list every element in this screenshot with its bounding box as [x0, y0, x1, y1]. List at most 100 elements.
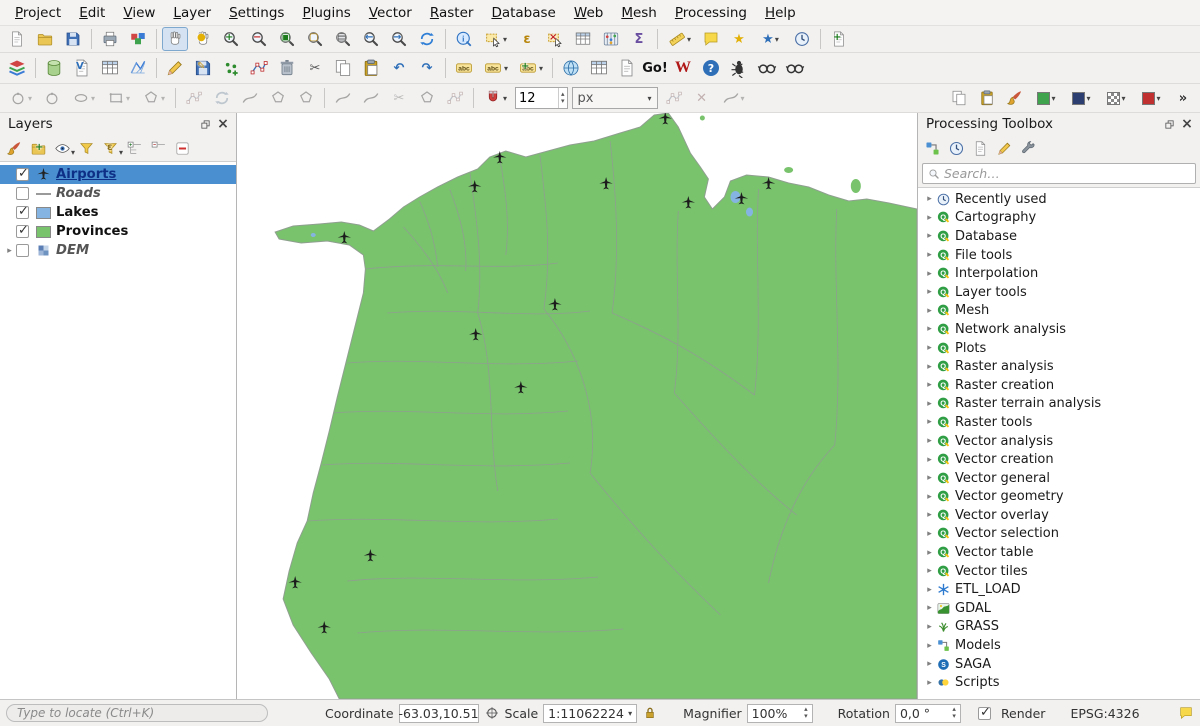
expand-all-button[interactable] [123, 137, 146, 159]
save-project-button[interactable] [60, 27, 86, 51]
toolbox-group-database[interactable]: ▸Database [918, 227, 1200, 246]
osm-place-search-button[interactable] [586, 56, 612, 80]
enable-snapping-button[interactable]: ▾ [479, 86, 512, 110]
menu-processing[interactable]: Processing [666, 2, 756, 24]
toolbox-group-raster-analysis[interactable]: ▸Raster analysis [918, 357, 1200, 376]
toolbox-group-gdal[interactable]: ▸GDAL [918, 599, 1200, 618]
rotate-feature-button[interactable] [209, 86, 235, 110]
new-virtual-layer-button[interactable] [97, 56, 123, 80]
toolbox-group-models[interactable]: ▸Models [918, 636, 1200, 655]
select-by-expression-button[interactable]: ε [514, 27, 540, 51]
filter-by-expression-button[interactable]: ε▾ [99, 137, 122, 159]
edit-features-in-place-button[interactable] [993, 137, 1016, 159]
toolbox-group-vector-selection[interactable]: ▸Vector selection [918, 525, 1200, 544]
menu-mesh[interactable]: Mesh [612, 2, 666, 24]
plugin-bug-button[interactable] [726, 56, 752, 80]
toolbox-search-input[interactable] [944, 166, 1190, 181]
toolbox-group-vector-table[interactable]: ▸Vector table [918, 543, 1200, 562]
digitize-ellipse-button[interactable]: ▾ [67, 86, 100, 110]
digitize-circle-2p-button[interactable]: ▾ [4, 86, 37, 110]
layer-labeling-options-button[interactable]: ▾ [479, 56, 512, 80]
toolbox-group-saga[interactable]: ▸SAGA [918, 655, 1200, 674]
menu-view[interactable]: View [114, 2, 164, 24]
merge-features-button[interactable] [414, 86, 440, 110]
digitize-circle-3p-button[interactable] [39, 86, 65, 110]
zoom-in-button[interactable]: + [218, 27, 244, 51]
options-button[interactable] [1017, 137, 1040, 159]
spin-arrows-icon[interactable]: ▴▾ [804, 706, 808, 720]
map-tips-button[interactable] [698, 27, 724, 51]
model-designer-button[interactable] [921, 137, 944, 159]
identify-features-button[interactable] [451, 27, 477, 51]
open-layer-styling-button[interactable] [3, 137, 26, 159]
simplify-feature-button[interactable] [237, 86, 263, 110]
toolbox-group-cartography[interactable]: ▸Cartography [918, 209, 1200, 228]
toolbox-group-vector-general[interactable]: ▸Vector general [918, 469, 1200, 488]
menu-plugins[interactable]: Plugins [293, 2, 359, 24]
add-feature-button[interactable] [218, 56, 244, 80]
toolbox-group-vector-overlay[interactable]: ▸Vector overlay [918, 506, 1200, 525]
paste-features-button[interactable] [358, 56, 384, 80]
filter-legend-button[interactable] [75, 137, 98, 159]
toolbox-group-vector-geometry[interactable]: ▸Vector geometry [918, 488, 1200, 507]
zoom-to-layer-button[interactable]: ▤ [330, 27, 356, 51]
refresh-map-button[interactable] [414, 27, 440, 51]
scale-combo[interactable]: 1:11062224▾ [543, 704, 637, 723]
new-map-view-button[interactable]: + [826, 27, 852, 51]
profile-tool-1-button[interactable] [754, 56, 780, 80]
highlight-color-button[interactable]: ▾ [1135, 86, 1168, 110]
spin-arrows-icon[interactable]: ▴▾ [952, 706, 956, 720]
temporal-controller-button[interactable] [789, 27, 815, 51]
pan-to-selection-button[interactable]: ● [190, 27, 216, 51]
layer-item-airports[interactable]: Airports [0, 165, 236, 184]
toolbar-overflow-button[interactable]: » [1170, 86, 1196, 110]
zoom-next-button[interactable]: → [386, 27, 412, 51]
show-bookmarks-button[interactable]: ★▾ [754, 27, 787, 51]
close-panel-button[interactable] [1179, 116, 1195, 132]
cut-features-button[interactable]: ✂ [302, 56, 328, 80]
zoom-out-button[interactable]: − [246, 27, 272, 51]
coordinate-field[interactable]: -63.03,10.51 [399, 704, 479, 723]
locate-input[interactable] [6, 704, 268, 722]
results-viewer-button[interactable] [969, 137, 992, 159]
digitize-rectangle-button[interactable]: ▾ [102, 86, 135, 110]
toolbox-group-network-analysis[interactable]: ▸Network analysis [918, 320, 1200, 339]
fill-color-button[interactable]: ▾ [1030, 86, 1063, 110]
add-ring-button[interactable] [265, 86, 291, 110]
vertex-tool-button[interactable] [246, 56, 272, 80]
zoom-full-button[interactable]: ▣ [274, 27, 300, 51]
save-layer-edits-button[interactable]: ✎ [190, 56, 216, 80]
paste-style-button[interactable] [974, 86, 1000, 110]
delete-selected-button[interactable] [274, 56, 300, 80]
go-button-button[interactable]: Go! [642, 56, 668, 80]
render-checkbox[interactable] [978, 707, 991, 720]
menu-database[interactable]: Database [482, 2, 564, 24]
snap-unit[interactable]: px▾ [572, 87, 658, 109]
close-panel-button[interactable] [215, 116, 231, 132]
enable-tracing-button[interactable]: ▾ [717, 86, 750, 110]
toggle-editing-button[interactable] [162, 56, 188, 80]
move-feature-button[interactable] [181, 86, 207, 110]
fill-pattern-button[interactable]: ▾ [1100, 86, 1133, 110]
layer-labeling-button[interactable] [451, 56, 477, 80]
deselect-features-button[interactable]: × [542, 27, 568, 51]
lock-icon[interactable] [642, 705, 658, 721]
toolbox-group-raster-terrain-analysis[interactable]: ▸Raster terrain analysis [918, 395, 1200, 414]
toolbox-group-file-tools[interactable]: ▸File tools [918, 246, 1200, 265]
edit-symbol-button[interactable] [1002, 86, 1028, 110]
topological-editing-button[interactable] [661, 86, 687, 110]
undo-button[interactable]: ↶ [386, 56, 412, 80]
manage-map-themes-button[interactable]: ▾ [51, 137, 74, 159]
toolbox-group-vector-analysis[interactable]: ▸Vector analysis [918, 432, 1200, 451]
new-project-button[interactable] [4, 27, 30, 51]
remove-layer-button[interactable] [171, 137, 194, 159]
open-attribute-table-button[interactable] [570, 27, 596, 51]
style-manager-button[interactable] [125, 27, 151, 51]
spin-arrows-icon[interactable]: ▴▾ [558, 88, 567, 108]
wikipedia-plugin-button[interactable]: W [670, 56, 696, 80]
snapping-on-intersection-button[interactable]: ✕ [689, 86, 715, 110]
new-geopackage-layer-button[interactable] [41, 56, 67, 80]
toolbox-group-vector-tiles[interactable]: ▸Vector tiles [918, 562, 1200, 581]
print-layout-button[interactable] [97, 27, 123, 51]
layer-checkbox[interactable] [16, 206, 29, 219]
